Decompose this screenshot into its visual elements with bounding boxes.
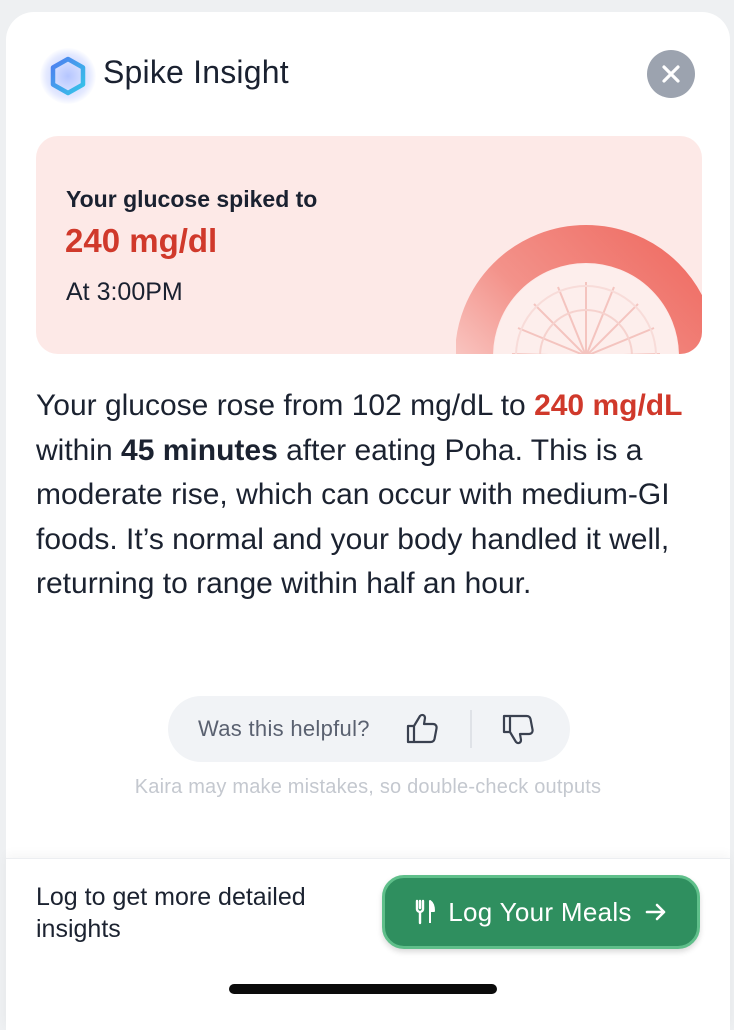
spike-insight-sheet: Spike Insight Your glucose spiked to 240… — [6, 12, 730, 1030]
insight-text-part1: Your glucose rose from 102 mg/dL to — [36, 389, 535, 422]
close-icon — [662, 65, 680, 83]
feedback-pill: Was this helpful? — [168, 696, 570, 762]
feedback-question: Was this helpful? — [198, 716, 370, 741]
thumbs-up-button[interactable] — [402, 709, 442, 749]
spike-gauge-graphic — [456, 225, 702, 354]
header: Spike Insight — [6, 12, 730, 132]
hexagon-glow-icon — [40, 48, 96, 104]
insight-text: Your glucose rose from 102 mg/dL to 240 … — [36, 384, 716, 607]
insight-duration-highlight: 45 minutes — [121, 433, 278, 467]
spike-value: 240 mg/dl — [65, 222, 218, 259]
close-button[interactable] — [647, 50, 695, 98]
spike-label: Your glucose spiked to — [66, 186, 318, 212]
spike-time: At 3:00PM — [66, 278, 183, 306]
disclaimer-text: Kaira may make mistakes, so double-check… — [134, 776, 602, 798]
footer-hint: Log to get more detailed insights — [36, 883, 306, 943]
insight-value-highlight: 240 mg/dL — [534, 389, 683, 422]
spike-card: Your glucose spiked to 240 mg/dl At 3:00… — [36, 136, 702, 354]
log-meals-label: Log Your Meals — [448, 896, 632, 927]
feedback-divider — [470, 710, 472, 748]
insight-text-part2: within — [36, 433, 122, 467]
footer-bar: Log to get more detailed insights Log Yo… — [6, 858, 730, 1030]
fork-knife-icon — [416, 899, 436, 925]
arrow-right-icon — [645, 903, 666, 921]
home-indicator — [229, 984, 497, 994]
page-title: Spike Insight — [103, 54, 289, 90]
thumbs-down-button[interactable] — [498, 709, 538, 749]
thumbs-up-icon — [406, 713, 438, 744]
thumbs-down-icon — [502, 714, 534, 745]
log-meals-button[interactable]: Log Your Meals — [382, 875, 700, 949]
